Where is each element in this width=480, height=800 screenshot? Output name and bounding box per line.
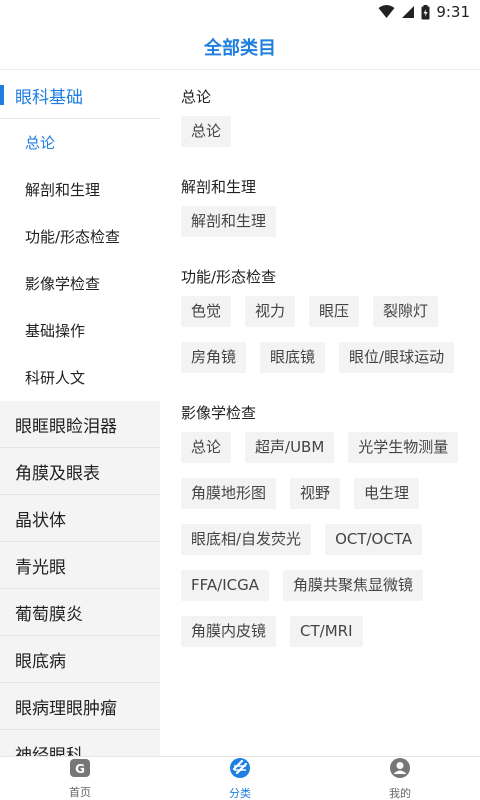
tag-item[interactable]: OCT/OCTA	[325, 524, 423, 555]
tag-item[interactable]: 解剖和生理	[181, 206, 277, 237]
tab-label: 我的	[389, 786, 411, 800]
tag-item[interactable]: 眼底镜	[260, 342, 326, 373]
wifi-icon	[378, 5, 395, 19]
battery-icon	[421, 4, 430, 20]
sidebar-subitem[interactable]: 总论	[0, 119, 160, 166]
content-section: 影像学检查 总论 超声/UBM 光学生物测量 角膜地形图 视野 电生理 眼底相/…	[181, 402, 480, 662]
status-time: 9:31	[436, 3, 470, 21]
tag-item[interactable]: 总论	[181, 432, 232, 463]
tab-label: 首页	[69, 785, 91, 799]
tag-item[interactable]: 光学生物测量	[348, 432, 459, 463]
tag-list: 解剖和生理	[181, 206, 480, 252]
tag-item[interactable]: 视力	[245, 296, 296, 327]
content-section: 总论 总论	[181, 86, 480, 162]
category-sidebar: 眼科基础 总论 解剖和生理 功能/形态检查 影像学检查 基础操作 科研人文 眼眶…	[0, 72, 160, 756]
section-title: 总论	[181, 88, 212, 106]
bottom-tab-bar: G 首页 分类 我的	[0, 756, 480, 800]
profile-icon	[389, 757, 411, 783]
tag-list: 总论	[181, 116, 480, 162]
tag-list: 色觉 视力 眼压 裂隙灯 房角镜 眼底镜 眼位/眼球运动	[181, 296, 480, 388]
category-icon	[229, 757, 251, 783]
sidebar-subitem[interactable]: 科研人文	[0, 354, 160, 401]
tag-list: 总论 超声/UBM 光学生物测量 角膜地形图 视野 电生理 眼底相/自发荧光 O…	[181, 432, 480, 662]
sidebar-category[interactable]: 葡萄膜炎	[0, 589, 160, 636]
tab-home[interactable]: G 首页	[0, 757, 160, 800]
svg-text:G: G	[75, 762, 85, 776]
sidebar-subitem[interactable]: 功能/形态检查	[0, 213, 160, 260]
tag-item[interactable]: 视野	[290, 478, 341, 509]
category-content: 总论 总论 解剖和生理 解剖和生理 功能/形态检查 色觉 视力 眼压 裂隙灯 房…	[160, 72, 480, 756]
tag-item[interactable]: 房角镜	[181, 342, 247, 373]
sidebar-category[interactable]: 晶状体	[0, 495, 160, 542]
section-title: 影像学检查	[181, 404, 257, 422]
page-header: 全部类目	[0, 24, 480, 70]
sidebar-subitem[interactable]: 基础操作	[0, 307, 160, 354]
tag-item[interactable]: 裂隙灯	[373, 296, 439, 327]
tab-category[interactable]: 分类	[160, 757, 320, 800]
tag-item[interactable]: 眼压	[309, 296, 360, 327]
sidebar-category[interactable]: 神经眼科	[0, 730, 160, 757]
sidebar-category[interactable]: 眼病理眼肿瘤	[0, 683, 160, 730]
tag-item[interactable]: CT/MRI	[290, 616, 363, 647]
page-title: 全部类目	[204, 37, 276, 59]
category-group-expanded: 眼科基础 总论 解剖和生理 功能/形态检查 影像学检查 基础操作 科研人文	[0, 72, 160, 401]
sidebar-category[interactable]: 眼底病	[0, 636, 160, 683]
tag-item[interactable]: FFA/ICGA	[181, 570, 269, 601]
section-title: 解剖和生理	[181, 178, 257, 196]
tag-item[interactable]: 总论	[181, 116, 232, 147]
tag-item[interactable]: 角膜地形图	[181, 478, 277, 509]
content-section: 功能/形态检查 色觉 视力 眼压 裂隙灯 房角镜 眼底镜 眼位/眼球运动	[181, 266, 480, 388]
tag-item[interactable]: 眼位/眼球运动	[339, 342, 455, 373]
home-icon: G	[69, 758, 91, 782]
signal-icon	[401, 5, 415, 19]
tab-profile[interactable]: 我的	[320, 757, 480, 800]
sidebar-category[interactable]: 角膜及眼表	[0, 448, 160, 495]
tag-item[interactable]: 角膜内皮镜	[181, 616, 277, 647]
sidebar-category[interactable]: 青光眼	[0, 542, 160, 589]
sidebar-category-active[interactable]: 眼科基础	[0, 72, 160, 119]
sidebar-subitem[interactable]: 解剖和生理	[0, 166, 160, 213]
tag-item[interactable]: 角膜共聚焦显微镜	[282, 570, 423, 601]
sidebar-subitem[interactable]: 影像学检查	[0, 260, 160, 307]
tag-item[interactable]: 电生理	[354, 478, 420, 509]
content-section: 解剖和生理 解剖和生理	[181, 176, 480, 252]
sidebar-category[interactable]: 眼眶眼睑泪器	[0, 401, 160, 448]
section-title: 功能/形态检查	[181, 268, 277, 286]
tag-item[interactable]: 色觉	[181, 296, 232, 327]
tab-label: 分类	[229, 786, 251, 800]
tag-item[interactable]: 超声/UBM	[245, 432, 335, 463]
tag-item[interactable]: 眼底相/自发荧光	[181, 524, 312, 555]
status-bar: 9:31	[0, 0, 480, 24]
